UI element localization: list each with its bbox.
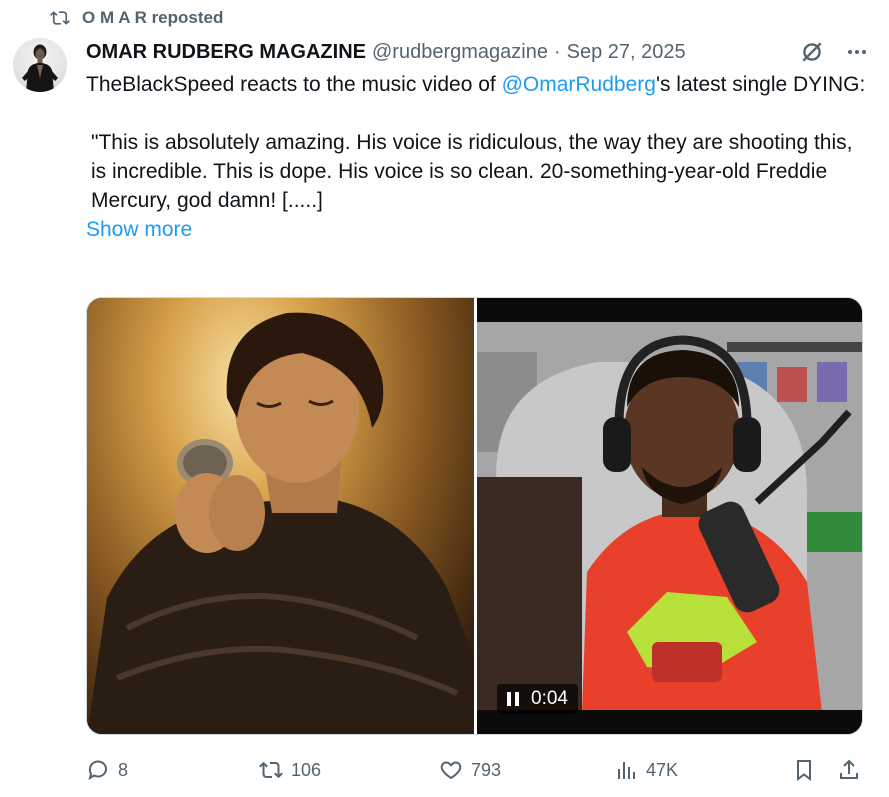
reactor-illustration — [477, 322, 862, 710]
views-count: 47K — [646, 759, 679, 780]
video-time: 0:04 — [531, 688, 568, 709]
grok-icon[interactable] — [799, 39, 825, 65]
heart-icon — [440, 761, 462, 780]
intro-text: TheBlackSpeed reacts to the music video … — [86, 73, 502, 96]
reply-count: 8 — [118, 759, 129, 780]
author-handle[interactable]: @rudbergmagazine — [372, 41, 548, 64]
separator: · — [553, 40, 561, 63]
show-more-link[interactable]: Show more — [86, 215, 192, 244]
like-button[interactable]: 793 — [439, 758, 501, 782]
post-date[interactable]: Sep 27, 2025 — [567, 41, 686, 64]
intro-suffix: 's latest single DYING: — [655, 73, 866, 96]
repost-indicator[interactable]: O M A R reposted — [50, 7, 223, 29]
action-bar: 8 106 793 47K — [86, 755, 866, 785]
share-button[interactable] — [837, 758, 861, 782]
like-count: 793 — [471, 759, 502, 780]
repost-icon — [50, 11, 70, 25]
post-header: OMAR RUDBERG MAGAZINE @rudbergmagazine ·… — [86, 38, 869, 66]
author-name[interactable]: OMAR RUDBERG MAGAZINE — [86, 41, 366, 64]
repost-button[interactable]: 106 — [259, 758, 321, 782]
share-icon — [840, 759, 858, 779]
views-button[interactable]: 47K — [614, 758, 678, 782]
reaction-video[interactable]: 0:04 — [477, 298, 862, 734]
singer-photo[interactable] — [87, 298, 474, 734]
avatar[interactable] — [13, 38, 67, 92]
bookmark-icon — [797, 760, 811, 781]
avatar-photo — [22, 44, 58, 92]
media-container: 0:04 — [86, 297, 863, 735]
mention-link[interactable]: @OmarRudberg — [502, 73, 656, 96]
reply-button[interactable]: 8 — [86, 758, 128, 782]
analytics-icon — [618, 762, 635, 779]
singer-illustration — [87, 312, 474, 734]
more-icon[interactable] — [845, 40, 869, 64]
bookmark-button[interactable] — [792, 758, 816, 782]
repost-icon — [259, 761, 283, 779]
repost-count: 106 — [291, 759, 322, 780]
pause-icon[interactable] — [507, 692, 519, 706]
video-playback-control[interactable]: 0:04 — [497, 684, 578, 714]
post-text: TheBlackSpeed reacts to the music video … — [86, 70, 866, 244]
reply-icon — [88, 760, 107, 781]
header-icons — [799, 38, 869, 66]
repost-label: O M A R reposted — [82, 8, 224, 27]
post-quote: "This is absolutely amazing. His voice i… — [91, 131, 853, 212]
post-intro: TheBlackSpeed reacts to the music video … — [86, 70, 866, 99]
video-frame — [477, 322, 862, 710]
